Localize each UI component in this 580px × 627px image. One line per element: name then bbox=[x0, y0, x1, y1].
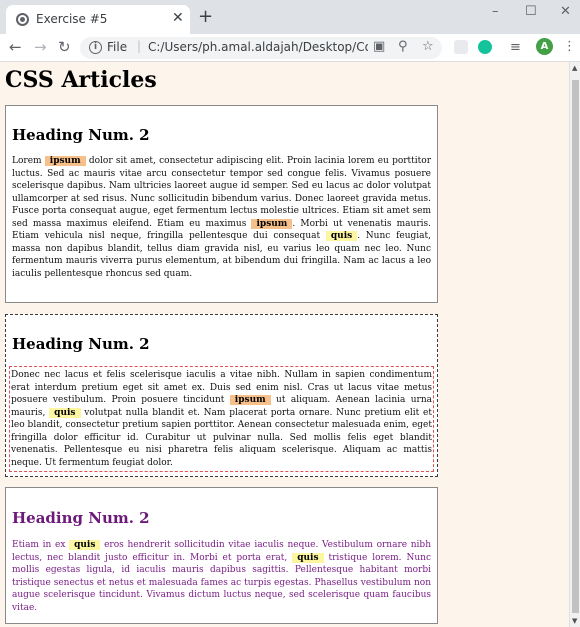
article-1: Heading Num. 2 Lorem ipsum dolor sit ame… bbox=[5, 105, 438, 303]
url-text[interactable]: C:/Users/ph.amal.aldajah/Desktop/Cohort%… bbox=[148, 40, 368, 54]
browser-tab[interactable]: Exercise #5 ✕ bbox=[6, 5, 190, 34]
highlight-quis: quis bbox=[49, 407, 81, 418]
article-paragraph: Lorem ipsum dolor sit amet, consectetur … bbox=[12, 155, 431, 280]
tab-close-icon[interactable]: ✕ bbox=[172, 10, 184, 26]
tab-title: Exercise #5 bbox=[36, 12, 108, 26]
tab-strip: Exercise #5 ✕ + – ☐ ✕ bbox=[0, 0, 580, 34]
file-scheme-label: File bbox=[107, 40, 128, 54]
extension-icon[interactable] bbox=[454, 40, 468, 54]
media-controls-icon[interactable]: ≡ bbox=[510, 40, 521, 55]
article-heading: Heading Num. 2 bbox=[12, 335, 150, 353]
bookmark-star-icon[interactable]: ☆ bbox=[422, 39, 434, 54]
article-paragraph: Etiam in ex quis eros hendrerit sollicit… bbox=[12, 539, 431, 614]
scroll-up-icon[interactable]: ▲ bbox=[572, 64, 577, 72]
highlight-ipsum: ipsum bbox=[251, 218, 293, 229]
highlight-ipsum: ipsum bbox=[44, 156, 86, 166]
scroll-down-icon[interactable]: ▼ bbox=[572, 617, 577, 625]
avatar[interactable]: A bbox=[536, 38, 553, 55]
site-info-icon[interactable]: i bbox=[89, 41, 102, 54]
highlight-ipsum: ipsum bbox=[229, 395, 271, 405]
article-2: Heading Num. 2 Donec nec lacus et felis … bbox=[5, 314, 438, 477]
article-paragraph: Donec nec lacus et felis scelerisque iac… bbox=[9, 366, 434, 472]
article-heading: Heading Num. 2 bbox=[12, 509, 150, 527]
article-3: Heading Num. 2 Etiam in ex quis eros hen… bbox=[5, 487, 438, 624]
page-title: CSS Articles bbox=[5, 67, 157, 93]
text-segment: Etiam in ex bbox=[12, 540, 70, 550]
maximize-icon[interactable]: ☐ bbox=[525, 4, 537, 19]
reload-icon[interactable]: ↻ bbox=[58, 38, 71, 56]
scrollbar-thumb[interactable] bbox=[572, 80, 579, 613]
browser-toolbar: ← → ↻ i File | C:/Users/ph.amal.aldajah/… bbox=[0, 34, 580, 62]
page-viewport: CSS Articles Heading Num. 2 Lorem ipsum … bbox=[0, 62, 569, 627]
menu-icon[interactable]: ⋮ bbox=[563, 39, 576, 54]
translate-icon[interactable]: ▣ bbox=[373, 39, 385, 54]
zoom-icon[interactable]: ⚲ bbox=[398, 39, 408, 54]
text-segment: Lorem bbox=[12, 156, 45, 166]
url-separator: | bbox=[137, 39, 142, 53]
window-close-icon[interactable]: ✕ bbox=[560, 4, 571, 19]
article-heading: Heading Num. 2 bbox=[12, 126, 150, 144]
highlight-quis: quis bbox=[292, 552, 324, 563]
new-tab-button[interactable]: + bbox=[198, 6, 213, 27]
vertical-scrollbar[interactable]: ▲ ▼ bbox=[569, 62, 580, 627]
forward-arrow-icon[interactable]: → bbox=[34, 38, 47, 56]
back-arrow-icon[interactable]: ← bbox=[9, 38, 22, 56]
grammarly-icon[interactable] bbox=[478, 40, 492, 54]
highlight-quis: quis bbox=[69, 540, 101, 550]
highlight-quis: quis bbox=[325, 231, 358, 241]
address-bar[interactable]: i File | C:/Users/ph.amal.aldajah/Deskto… bbox=[80, 37, 442, 59]
minimize-icon[interactable]: – bbox=[492, 4, 499, 19]
globe-icon bbox=[16, 13, 29, 26]
